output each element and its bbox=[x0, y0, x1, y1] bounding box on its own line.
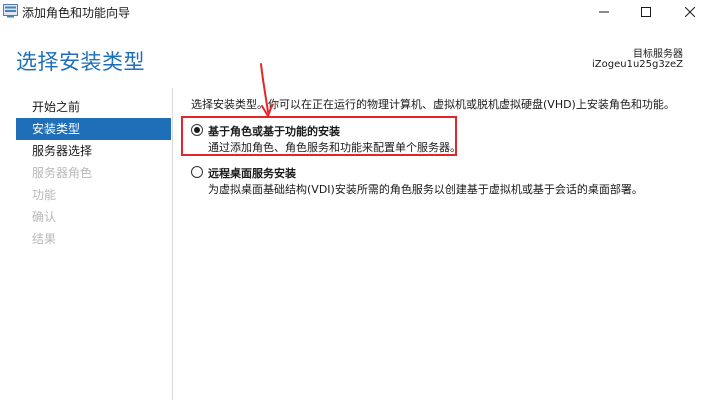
sidebar-item-before-you-begin[interactable]: 开始之前 bbox=[16, 96, 171, 118]
maximize-icon bbox=[641, 7, 651, 17]
option-remote-desktop-installation[interactable]: 远程桌面服务安装 为虚拟桌面基础结构(VDI)安装所需的角色服务以创建基于虚拟机… bbox=[191, 165, 691, 197]
close-icon bbox=[685, 7, 695, 17]
window-title: 添加角色和功能向导 bbox=[22, 6, 131, 20]
sidebar-item-results: 结果 bbox=[32, 232, 57, 246]
maximize-button[interactable] bbox=[623, 0, 669, 24]
annotation-highlight-box bbox=[181, 116, 457, 156]
wizard-header: 选择安装类型 目标服务器 iZogeu1u25g3zeZ bbox=[0, 24, 707, 84]
title-bar: 添加角色和功能向导 bbox=[0, 0, 707, 24]
option-title: 远程桌面服务安装 bbox=[208, 167, 296, 180]
sidebar-item-confirmation: 确认 bbox=[32, 210, 57, 224]
sidebar-item-installation-type[interactable]: 安装类型 bbox=[16, 118, 171, 140]
target-server-label: 目标服务器 bbox=[633, 49, 683, 60]
minimize-button[interactable] bbox=[581, 0, 627, 24]
annotation-arrow-icon bbox=[260, 63, 273, 117]
server-manager-icon bbox=[3, 4, 18, 18]
radio-remote-desktop[interactable] bbox=[191, 166, 203, 178]
page-title: 选择安装类型 bbox=[16, 50, 145, 74]
wizard-steps-sidebar: 开始之前 安装类型 服务器选择 服务器角色 功能 确认 结果 bbox=[0, 88, 172, 400]
sidebar-item-features: 功能 bbox=[32, 188, 57, 202]
option-description: 为虚拟桌面基础结构(VDI)安装所需的角色服务以创建基于虚拟机或基于会话的桌面部… bbox=[208, 183, 643, 196]
sidebar-item-server-roles: 服务器角色 bbox=[32, 166, 93, 180]
target-server-value: iZogeu1u25g3zeZ bbox=[592, 59, 683, 70]
sidebar-item-server-selection[interactable]: 服务器选择 bbox=[16, 140, 171, 162]
close-button[interactable] bbox=[667, 0, 707, 24]
minimize-icon bbox=[599, 11, 609, 13]
